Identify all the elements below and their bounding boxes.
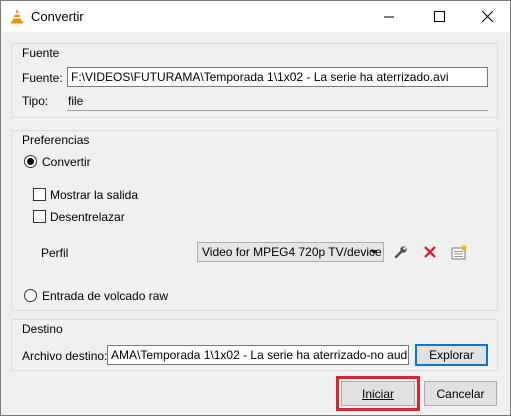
source-group: Fuente Fuente: F:\VIDEOS\FUTURAMA\Tempor…: [11, 43, 498, 118]
chevron-down-icon: [370, 250, 378, 254]
raw-dump-radio[interactable]: [24, 289, 37, 302]
source-type-value: file: [68, 94, 84, 108]
close-button[interactable]: [464, 1, 510, 32]
minimize-icon: [384, 16, 394, 17]
convert-radio-label[interactable]: Convertir: [42, 155, 91, 169]
profile-select-value: Video for MPEG4 720p TV/device: [202, 245, 382, 259]
new-profile-button[interactable]: [448, 242, 470, 262]
start-button-label: Iniciar: [361, 386, 394, 401]
minimize-button[interactable]: [366, 1, 412, 32]
convert-dialog: Convertir Fuente Fuente: F:\VIDEOS\FUTUR…: [0, 0, 511, 416]
destination-group: Destino Archivo destino: AMA\Temporada 1…: [11, 319, 498, 371]
source-file-input[interactable]: F:\VIDEOS\FUTURAMA\Temporada 1\1x02 - La…: [67, 67, 488, 87]
window-title: Convertir: [31, 9, 84, 24]
profile-label: Perfil: [41, 246, 69, 260]
delete-icon: [424, 246, 436, 258]
vlc-cone-icon: [11, 9, 23, 24]
profile-select[interactable]: Video for MPEG4 720p TV/device: [197, 242, 384, 262]
new-profile-icon: [451, 244, 467, 259]
source-file-label: Fuente:: [22, 71, 63, 85]
source-separator: [67, 110, 488, 111]
cancel-button[interactable]: Cancelar: [424, 381, 497, 406]
show-output-checkbox[interactable]: [33, 188, 46, 201]
close-icon: [481, 11, 493, 22]
source-type-label: Tipo:: [22, 94, 49, 108]
preferences-group: Preferencias Convertir Mostrar la salida…: [11, 130, 498, 311]
preferences-group-title: Preferencias: [22, 133, 90, 147]
destination-file-input[interactable]: AMA\Temporada 1\1x02 - La serie ha aterr…: [107, 345, 409, 365]
deinterlace-label[interactable]: Desentrelazar: [50, 210, 125, 224]
raw-dump-label[interactable]: Entrada de volcado raw: [42, 289, 168, 303]
maximize-icon: [433, 11, 445, 22]
source-group-title: Fuente: [22, 46, 60, 60]
destination-file-label: Archivo destino:: [22, 349, 108, 363]
wrench-icon: [394, 246, 407, 259]
browse-button-label: Explorar: [429, 348, 474, 362]
maximize-button[interactable]: [416, 1, 462, 32]
cancel-button-label: Cancelar: [436, 386, 485, 401]
title-bar: Convertir: [1, 1, 510, 32]
browse-button[interactable]: Explorar: [415, 344, 488, 366]
delete-profile-button[interactable]: [419, 242, 441, 262]
convert-radio[interactable]: [24, 155, 37, 168]
show-output-label[interactable]: Mostrar la salida: [50, 188, 138, 202]
destination-group-title: Destino: [22, 322, 63, 336]
start-button[interactable]: Iniciar: [341, 381, 415, 406]
deinterlace-checkbox[interactable]: [33, 210, 46, 223]
edit-profile-button[interactable]: [390, 242, 412, 262]
